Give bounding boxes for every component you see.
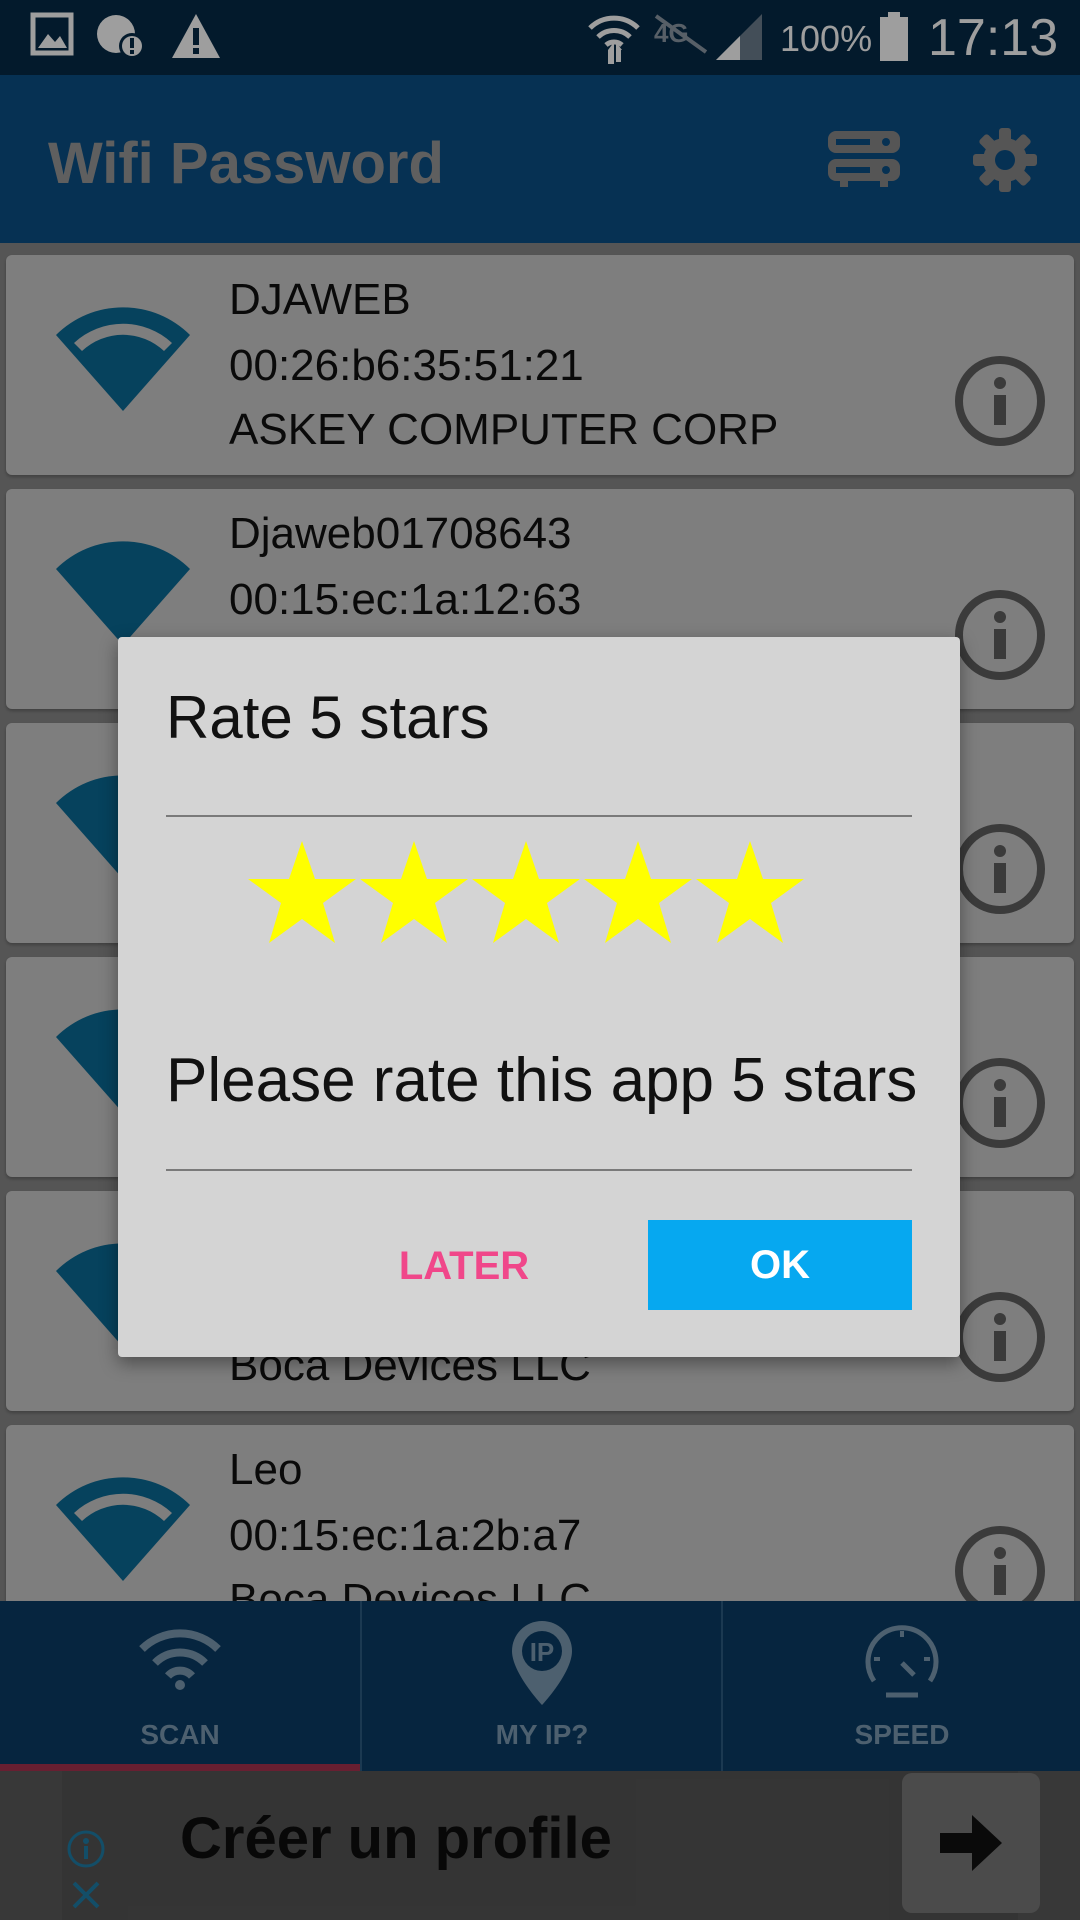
star-icon[interactable] (582, 839, 694, 947)
dialog-message: Please rate this app 5 stars (166, 1046, 918, 1115)
star-rating[interactable] (246, 839, 806, 949)
star-icon[interactable] (470, 839, 582, 947)
rate-dialog: Rate 5 stars Please rate this app 5 star… (118, 637, 960, 1357)
dialog-title: Rate 5 stars (166, 684, 490, 751)
dialog-divider (166, 815, 912, 817)
star-icon[interactable] (246, 839, 358, 947)
star-icon[interactable] (694, 839, 806, 947)
dialog-divider (166, 1169, 912, 1171)
star-icon[interactable] (358, 839, 470, 947)
later-button[interactable]: LATER (364, 1221, 564, 1311)
ok-button[interactable]: OK (648, 1220, 912, 1310)
screen: 4G 100% 17:13 Wifi Password DJAWEB 00:26… (0, 0, 1080, 1920)
